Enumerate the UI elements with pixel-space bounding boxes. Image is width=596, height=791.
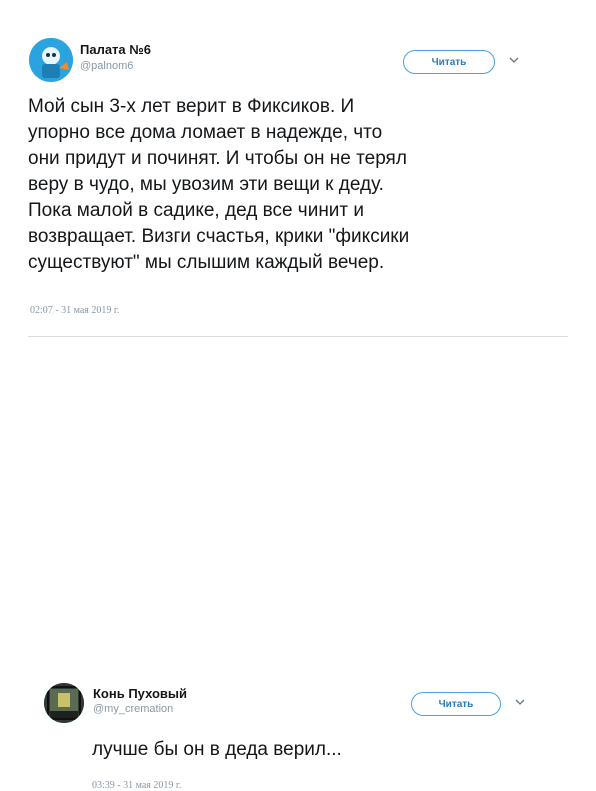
room-avatar-icon xyxy=(44,683,84,723)
tweet-timestamp[interactable]: 03:39 - 31 мая 2019 г. xyxy=(92,780,181,791)
follow-button[interactable]: Читать xyxy=(411,692,501,716)
chevron-down-icon[interactable] xyxy=(514,696,526,708)
avatar[interactable] xyxy=(29,38,73,82)
fixie-avatar-icon xyxy=(29,38,73,82)
display-name[interactable]: Палата №6 xyxy=(80,42,151,57)
follow-button[interactable]: Читать xyxy=(403,50,495,74)
tweet-reply: Конь Пуховый @my_cremation Читать лучше … xyxy=(0,336,596,791)
user-handle[interactable]: @my_cremation xyxy=(93,703,173,715)
chevron-down-icon[interactable] xyxy=(508,54,520,66)
tweet-text: Мой сын 3-х лет верит в Фиксиков. И упор… xyxy=(28,96,410,273)
display-name[interactable]: Конь Пуховый xyxy=(93,686,187,701)
user-handle[interactable]: @palnom6 xyxy=(80,60,133,72)
tweet-text: лучше бы он в деда верил... xyxy=(92,739,342,760)
tweet-original: Палата №6 @palnom6 Читать Мой сын 3-х ле… xyxy=(0,0,596,336)
avatar[interactable] xyxy=(44,683,84,723)
tweet-timestamp[interactable]: 02:07 - 31 мая 2019 г. xyxy=(30,305,119,316)
